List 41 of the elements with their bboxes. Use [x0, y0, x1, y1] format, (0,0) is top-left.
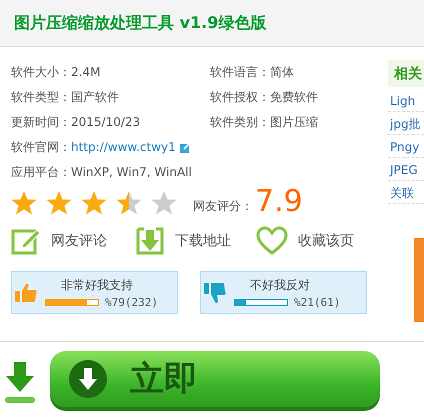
related-link[interactable]: jpg批 [388, 112, 424, 135]
heart-icon [256, 226, 288, 256]
vote-count: %79(232) [105, 296, 158, 308]
vote-label: 非常好我支持 [60, 276, 133, 294]
platform-text: 应用平台：WinXP, Win7, WinAll [11, 164, 192, 180]
vote-count: %21(61) [294, 296, 340, 308]
download-icon [134, 226, 165, 256]
action-link[interactable]: 网友评论 [11, 226, 135, 256]
vote-label: 不好我反对 [249, 276, 310, 294]
action-link[interactable]: 下载地址 [134, 226, 256, 256]
info-text: 软件类型：国产软件 [11, 89, 120, 105]
vote-box[interactable]: 不好我反对 %21(61) [200, 271, 367, 314]
related-heading: 相关 [388, 60, 424, 87]
thumbs-down-icon [204, 282, 226, 304]
star-icon [81, 190, 107, 216]
action-link[interactable]: 收藏该页 [256, 226, 380, 256]
side-tab[interactable] [414, 238, 424, 322]
star-icon [151, 190, 177, 216]
website-label: 软件官网： [11, 139, 71, 155]
vote-box[interactable]: 非常好我支持 %79(232) [11, 271, 178, 314]
external-link-icon [180, 142, 191, 152]
info-text: 软件大小：2.4M [11, 64, 102, 80]
info-text: 更新时间：2015/10/23 [11, 114, 142, 130]
related-link[interactable]: Pngy [388, 135, 424, 158]
website-link[interactable]: http://www.ctwy1 [71, 139, 176, 155]
info-text: 软件授权：免费软件 [210, 89, 319, 105]
rating-label: 网友评分： [193, 198, 253, 215]
download-button[interactable]: 立即 [50, 351, 380, 407]
info-text: 软件类别：图片压缩 [210, 114, 319, 130]
star-icon [11, 190, 37, 216]
related-link[interactable]: JPEG [388, 158, 424, 181]
thumbs-up-icon [15, 282, 37, 302]
info-text: 软件语言：简体 [210, 64, 295, 80]
star-icon [46, 190, 72, 216]
download-arrow-icon [4, 360, 36, 404]
page-title: 图片压缩缩放处理工具 v1.9绿色版 [14, 12, 266, 34]
download-circle-icon [68, 359, 108, 399]
star-icon [116, 190, 142, 216]
related-link[interactable]: 关联 [388, 181, 424, 204]
rating-score: 7.9 [255, 186, 303, 218]
related-link[interactable]: Ligh [388, 89, 424, 112]
